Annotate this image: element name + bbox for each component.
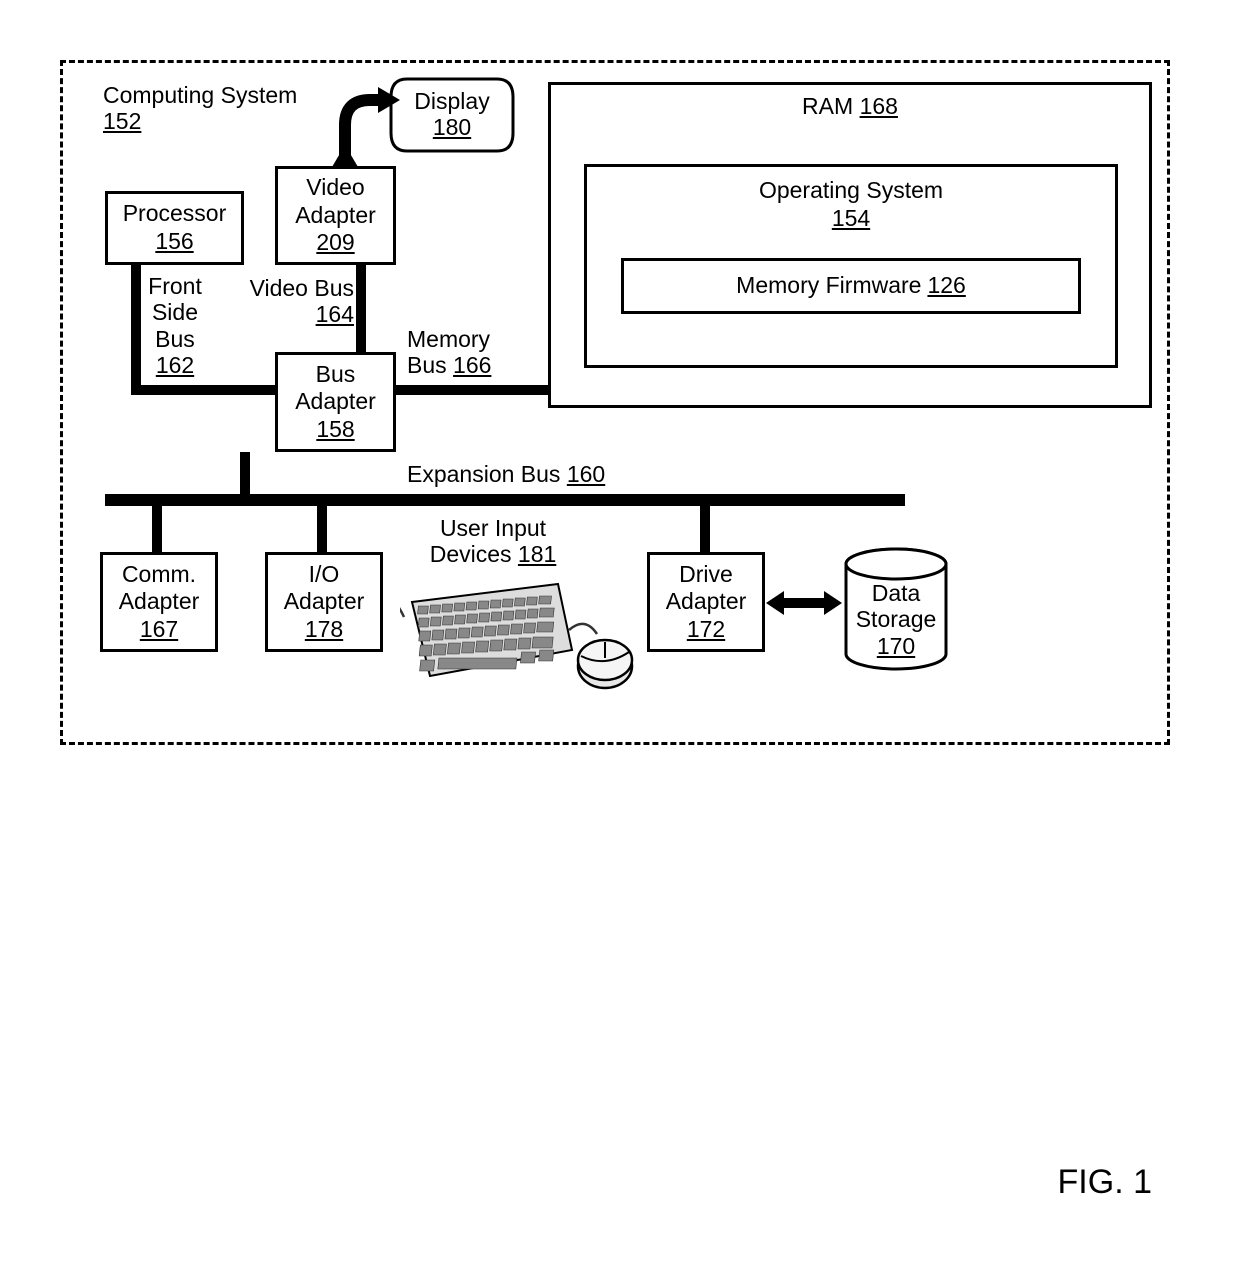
ds-l2: Storage bbox=[856, 606, 937, 632]
fsb-label: Front Side Bus 162 bbox=[140, 273, 210, 379]
display-ref: 180 bbox=[433, 114, 471, 140]
ram-label: RAM bbox=[802, 93, 853, 119]
video-bus-text: Video Bus bbox=[250, 275, 354, 301]
exp-to-drive bbox=[700, 504, 710, 553]
video-adapter-ref: 209 bbox=[316, 229, 354, 257]
fsb-bus-h bbox=[131, 385, 278, 395]
comm-ref: 167 bbox=[140, 616, 178, 644]
fsb-bus-v bbox=[131, 265, 141, 395]
ds-ref: 170 bbox=[877, 633, 915, 659]
os-label: Operating System bbox=[759, 177, 943, 205]
os-ref: 154 bbox=[832, 205, 870, 233]
io-adapter-block: I/O Adapter 178 bbox=[265, 552, 383, 652]
mem-firmware-label: Memory Firmware bbox=[736, 272, 921, 300]
io-l1: I/O bbox=[309, 561, 340, 589]
video-bus bbox=[356, 265, 366, 354]
expansion-bus-main bbox=[105, 494, 905, 506]
bus-adapter-block: Bus Adapter 158 bbox=[275, 352, 396, 452]
io-l2: Adapter bbox=[284, 588, 365, 616]
fsb-l3: Bus bbox=[155, 326, 195, 352]
memory-bus-l2: Bus bbox=[407, 352, 447, 378]
memory-bus-label: Memory Bus 166 bbox=[407, 326, 527, 379]
ui-l1: User Input bbox=[440, 515, 546, 541]
drive-l1: Drive bbox=[679, 561, 733, 589]
comm-l1: Comm. bbox=[122, 561, 196, 589]
video-bus-label: Video Bus 164 bbox=[244, 275, 354, 328]
keyboard-icon bbox=[400, 572, 590, 682]
fsb-ref: 162 bbox=[156, 352, 194, 378]
video-adapter-text2: Adapter bbox=[295, 202, 376, 230]
comm-adapter-block: Comm. Adapter 167 bbox=[100, 552, 218, 652]
fsb-l2: Side bbox=[152, 299, 198, 325]
memory-bus-l1: Memory bbox=[407, 326, 490, 352]
ram-title-row: RAM 168 bbox=[802, 93, 898, 121]
exp-to-comm bbox=[152, 504, 162, 553]
data-storage-label: Data Storage 170 bbox=[846, 580, 946, 659]
user-input-label: User Input Devices 181 bbox=[413, 515, 573, 568]
expansion-bus-label: Expansion Bus 160 bbox=[407, 461, 605, 487]
memory-bus bbox=[396, 385, 550, 395]
mem-firmware-ref: 126 bbox=[927, 272, 965, 300]
fsb-l1: Front bbox=[148, 273, 202, 299]
exp-to-io bbox=[317, 504, 327, 553]
computing-system-ref: 152 bbox=[103, 108, 141, 134]
bus-adapter-l2: Adapter bbox=[295, 388, 376, 416]
mem-firmware-block: Memory Firmware 126 bbox=[621, 258, 1081, 314]
comm-l2: Adapter bbox=[119, 588, 200, 616]
video-adapter-text1: Video bbox=[306, 174, 364, 202]
expansion-bus-text: Expansion Bus bbox=[407, 461, 560, 487]
processor-ref: 156 bbox=[155, 228, 193, 256]
video-bus-ref: 164 bbox=[316, 301, 354, 327]
display-label: Display 180 bbox=[389, 88, 515, 141]
video-adapter-block: Video Adapter 209 bbox=[275, 166, 396, 265]
figure-label: FIG. 1 bbox=[1058, 1163, 1152, 1202]
processor-block: Processor 156 bbox=[105, 191, 244, 265]
ui-l2: Devices bbox=[430, 541, 512, 567]
busadapter-to-exp bbox=[240, 452, 250, 500]
computing-system-text: Computing System bbox=[103, 82, 297, 108]
processor-text: Processor bbox=[123, 200, 227, 228]
drive-l2: Adapter bbox=[666, 588, 747, 616]
display-arrow bbox=[330, 85, 400, 167]
mouse-icon bbox=[565, 620, 645, 700]
bus-adapter-ref: 158 bbox=[316, 416, 354, 444]
ui-ref: 181 bbox=[518, 541, 556, 567]
computing-system-label: Computing System 152 bbox=[103, 82, 297, 135]
expansion-bus-ref: 160 bbox=[567, 461, 605, 487]
io-ref: 178 bbox=[305, 616, 343, 644]
drive-ref: 172 bbox=[687, 616, 725, 644]
ds-l1: Data bbox=[872, 580, 921, 606]
memory-bus-ref: 166 bbox=[453, 352, 491, 378]
display-text: Display bbox=[414, 88, 489, 114]
bus-adapter-l1: Bus bbox=[316, 361, 356, 389]
drive-adapter-block: Drive Adapter 172 bbox=[647, 552, 765, 652]
double-arrow-icon bbox=[766, 588, 842, 618]
ram-ref: 168 bbox=[860, 93, 898, 119]
